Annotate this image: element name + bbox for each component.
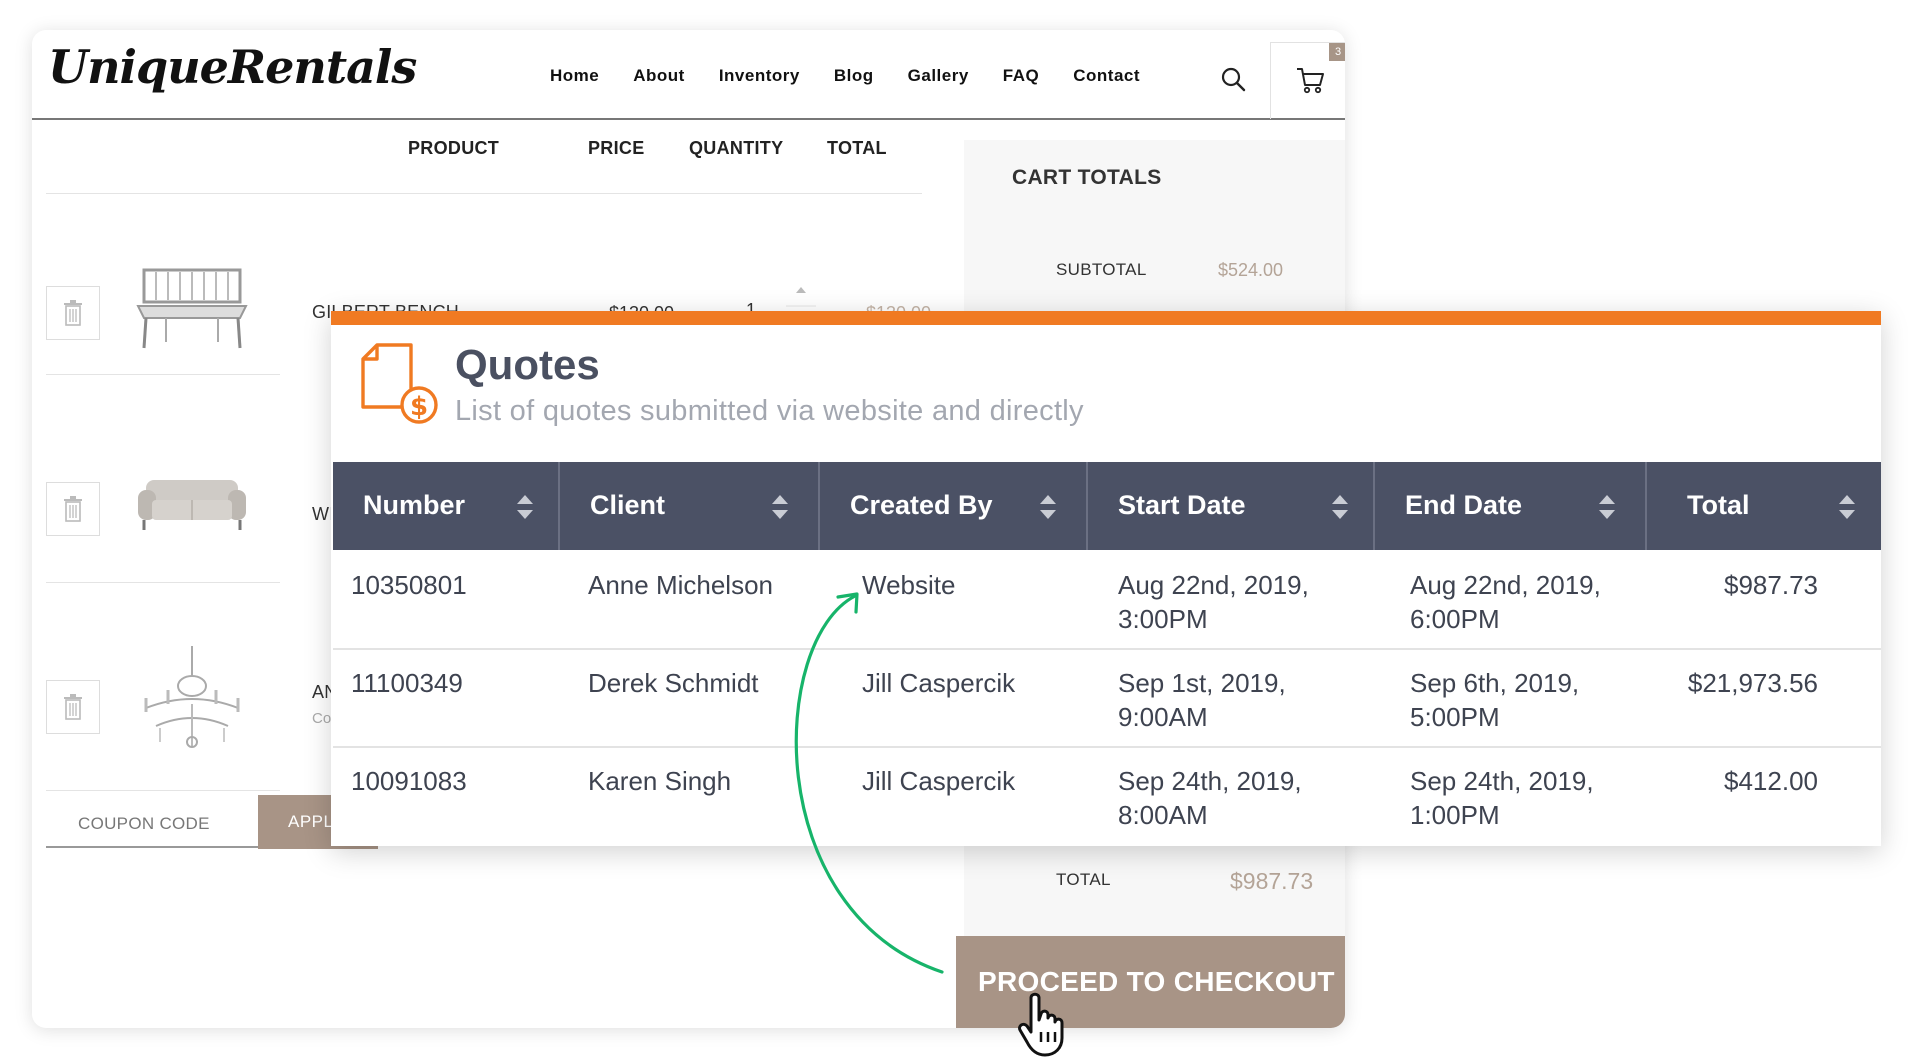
sofa-image	[138, 480, 246, 530]
column-label: Number	[363, 490, 466, 520]
quote-start-date: Sep 1st, 2019, 9:00AM	[1118, 668, 1286, 732]
col-quantity: QUANTITY	[689, 138, 784, 158]
nav-contact[interactable]: Contact	[1073, 66, 1140, 86]
column-header-start-date[interactable]: Start Date	[1088, 462, 1375, 550]
quote-number: 11100349	[351, 668, 463, 698]
chandelier-image	[144, 646, 240, 748]
column-label: Client	[590, 490, 666, 520]
trash-icon	[64, 300, 82, 326]
cart-icon	[1297, 68, 1324, 94]
divider	[46, 790, 280, 791]
sort-icon[interactable]	[770, 492, 790, 522]
sort-icon[interactable]	[515, 492, 535, 522]
accent-bar	[331, 311, 1881, 325]
divider	[46, 582, 280, 583]
sort-icon[interactable]	[1597, 492, 1617, 522]
search-icon[interactable]	[1220, 66, 1246, 92]
quote-total: $21,973.56	[1687, 668, 1818, 698]
quotes-table-header: Number Client Created By Start Date End …	[333, 462, 1881, 550]
subtotal-label: SUBTOTAL	[1056, 260, 1147, 279]
sort-icon[interactable]	[1837, 492, 1857, 522]
total-label: TOTAL	[1056, 870, 1111, 889]
quote-total: $412.00	[1724, 766, 1818, 796]
bench-image	[136, 268, 248, 349]
quote-client: Derek Schmidt	[588, 668, 759, 698]
sort-icon[interactable]	[1038, 492, 1058, 522]
trash-icon	[64, 496, 82, 522]
sort-icon[interactable]	[1330, 492, 1350, 522]
nav-blog[interactable]: Blog	[834, 66, 874, 86]
quote-start-date: Sep 24th, 2019, 8:00AM	[1118, 766, 1302, 830]
table-row[interactable]: 10091083 Karen Singh Jill Caspercik Sep …	[333, 748, 1881, 844]
main-nav: Home About Inventory Blog Gallery FAQ Co…	[550, 66, 1174, 86]
subtotal-value: $524.00	[1218, 260, 1284, 280]
quotes-subtitle: List of quotes submitted via website and…	[455, 395, 1084, 427]
cart-table-header: PRODUCT PRICE QUANTITY TOTAL	[32, 138, 932, 168]
column-header-end-date[interactable]: End Date	[1375, 462, 1647, 550]
quote-end-date: Sep 24th, 2019, 1:00PM	[1410, 766, 1594, 830]
delete-button[interactable]	[46, 286, 100, 340]
quote-client: Anne Michelson	[588, 570, 773, 600]
quote-created-by: Jill Caspercik	[862, 668, 1016, 698]
column-label: Start Date	[1118, 490, 1246, 520]
cart-totals-title: CART TOTALS	[1012, 166, 1162, 189]
column-header-total[interactable]: Total	[1647, 462, 1881, 550]
quote-created-by: Website	[862, 570, 956, 600]
quotes-card: $ Quotes List of quotes submitted via we…	[331, 311, 1881, 846]
col-product: PRODUCT	[408, 138, 500, 158]
table-row[interactable]: 10350801 Anne Michelson Website Aug 22nd…	[333, 552, 1881, 650]
nav-about[interactable]: About	[633, 66, 685, 86]
nav-faq[interactable]: FAQ	[1003, 66, 1039, 86]
quote-end-date: Aug 22nd, 2019, 6:00PM	[1410, 570, 1601, 634]
quote-created-by: Jill Caspercik	[862, 766, 1016, 796]
quote-number: 10350801	[351, 570, 467, 600]
cart-count-badge: 3	[1329, 43, 1345, 61]
cart-button[interactable]: 3	[1270, 42, 1345, 119]
hand-pointer-icon	[1018, 992, 1064, 1057]
column-header-client[interactable]: Client	[560, 462, 820, 550]
quote-number: 10091083	[351, 766, 467, 796]
quote-total: $987.73	[1724, 570, 1818, 600]
delete-button[interactable]	[46, 482, 100, 536]
quote-start-date: Aug 22nd, 2019, 3:00PM	[1118, 570, 1309, 634]
proceed-to-checkout-button[interactable]: PROCEED TO CHECKOUT	[956, 936, 1345, 1028]
site-header: UniqueRentals Home About Inventory Blog …	[32, 30, 1345, 120]
svg-text:$: $	[410, 392, 428, 422]
col-price: PRICE	[588, 138, 645, 158]
column-label: End Date	[1405, 490, 1523, 520]
quote-document-icon: $	[361, 343, 438, 424]
quote-end-date: Sep 6th, 2019, 5:00PM	[1410, 668, 1580, 732]
quote-client: Karen Singh	[588, 766, 732, 796]
divider	[46, 374, 280, 375]
column-header-number[interactable]: Number	[333, 462, 560, 550]
delete-button[interactable]	[46, 680, 100, 734]
column-label: Total	[1687, 490, 1750, 520]
quotes-title: Quotes	[455, 341, 600, 388]
nav-gallery[interactable]: Gallery	[908, 66, 969, 86]
column-label: Created By	[850, 490, 993, 520]
table-row[interactable]: 11100349 Derek Schmidt Jill Caspercik Se…	[333, 650, 1881, 748]
divider	[46, 193, 922, 194]
nav-inventory[interactable]: Inventory	[719, 66, 800, 86]
nav-home[interactable]: Home	[550, 66, 599, 86]
site-logo[interactable]: UniqueRentals	[48, 40, 417, 94]
col-total: TOTAL	[827, 138, 887, 158]
column-header-created-by[interactable]: Created By	[820, 462, 1088, 550]
coupon-code-input[interactable]	[46, 802, 270, 848]
trash-icon	[64, 694, 82, 720]
total-value: $987.73	[1230, 868, 1314, 894]
